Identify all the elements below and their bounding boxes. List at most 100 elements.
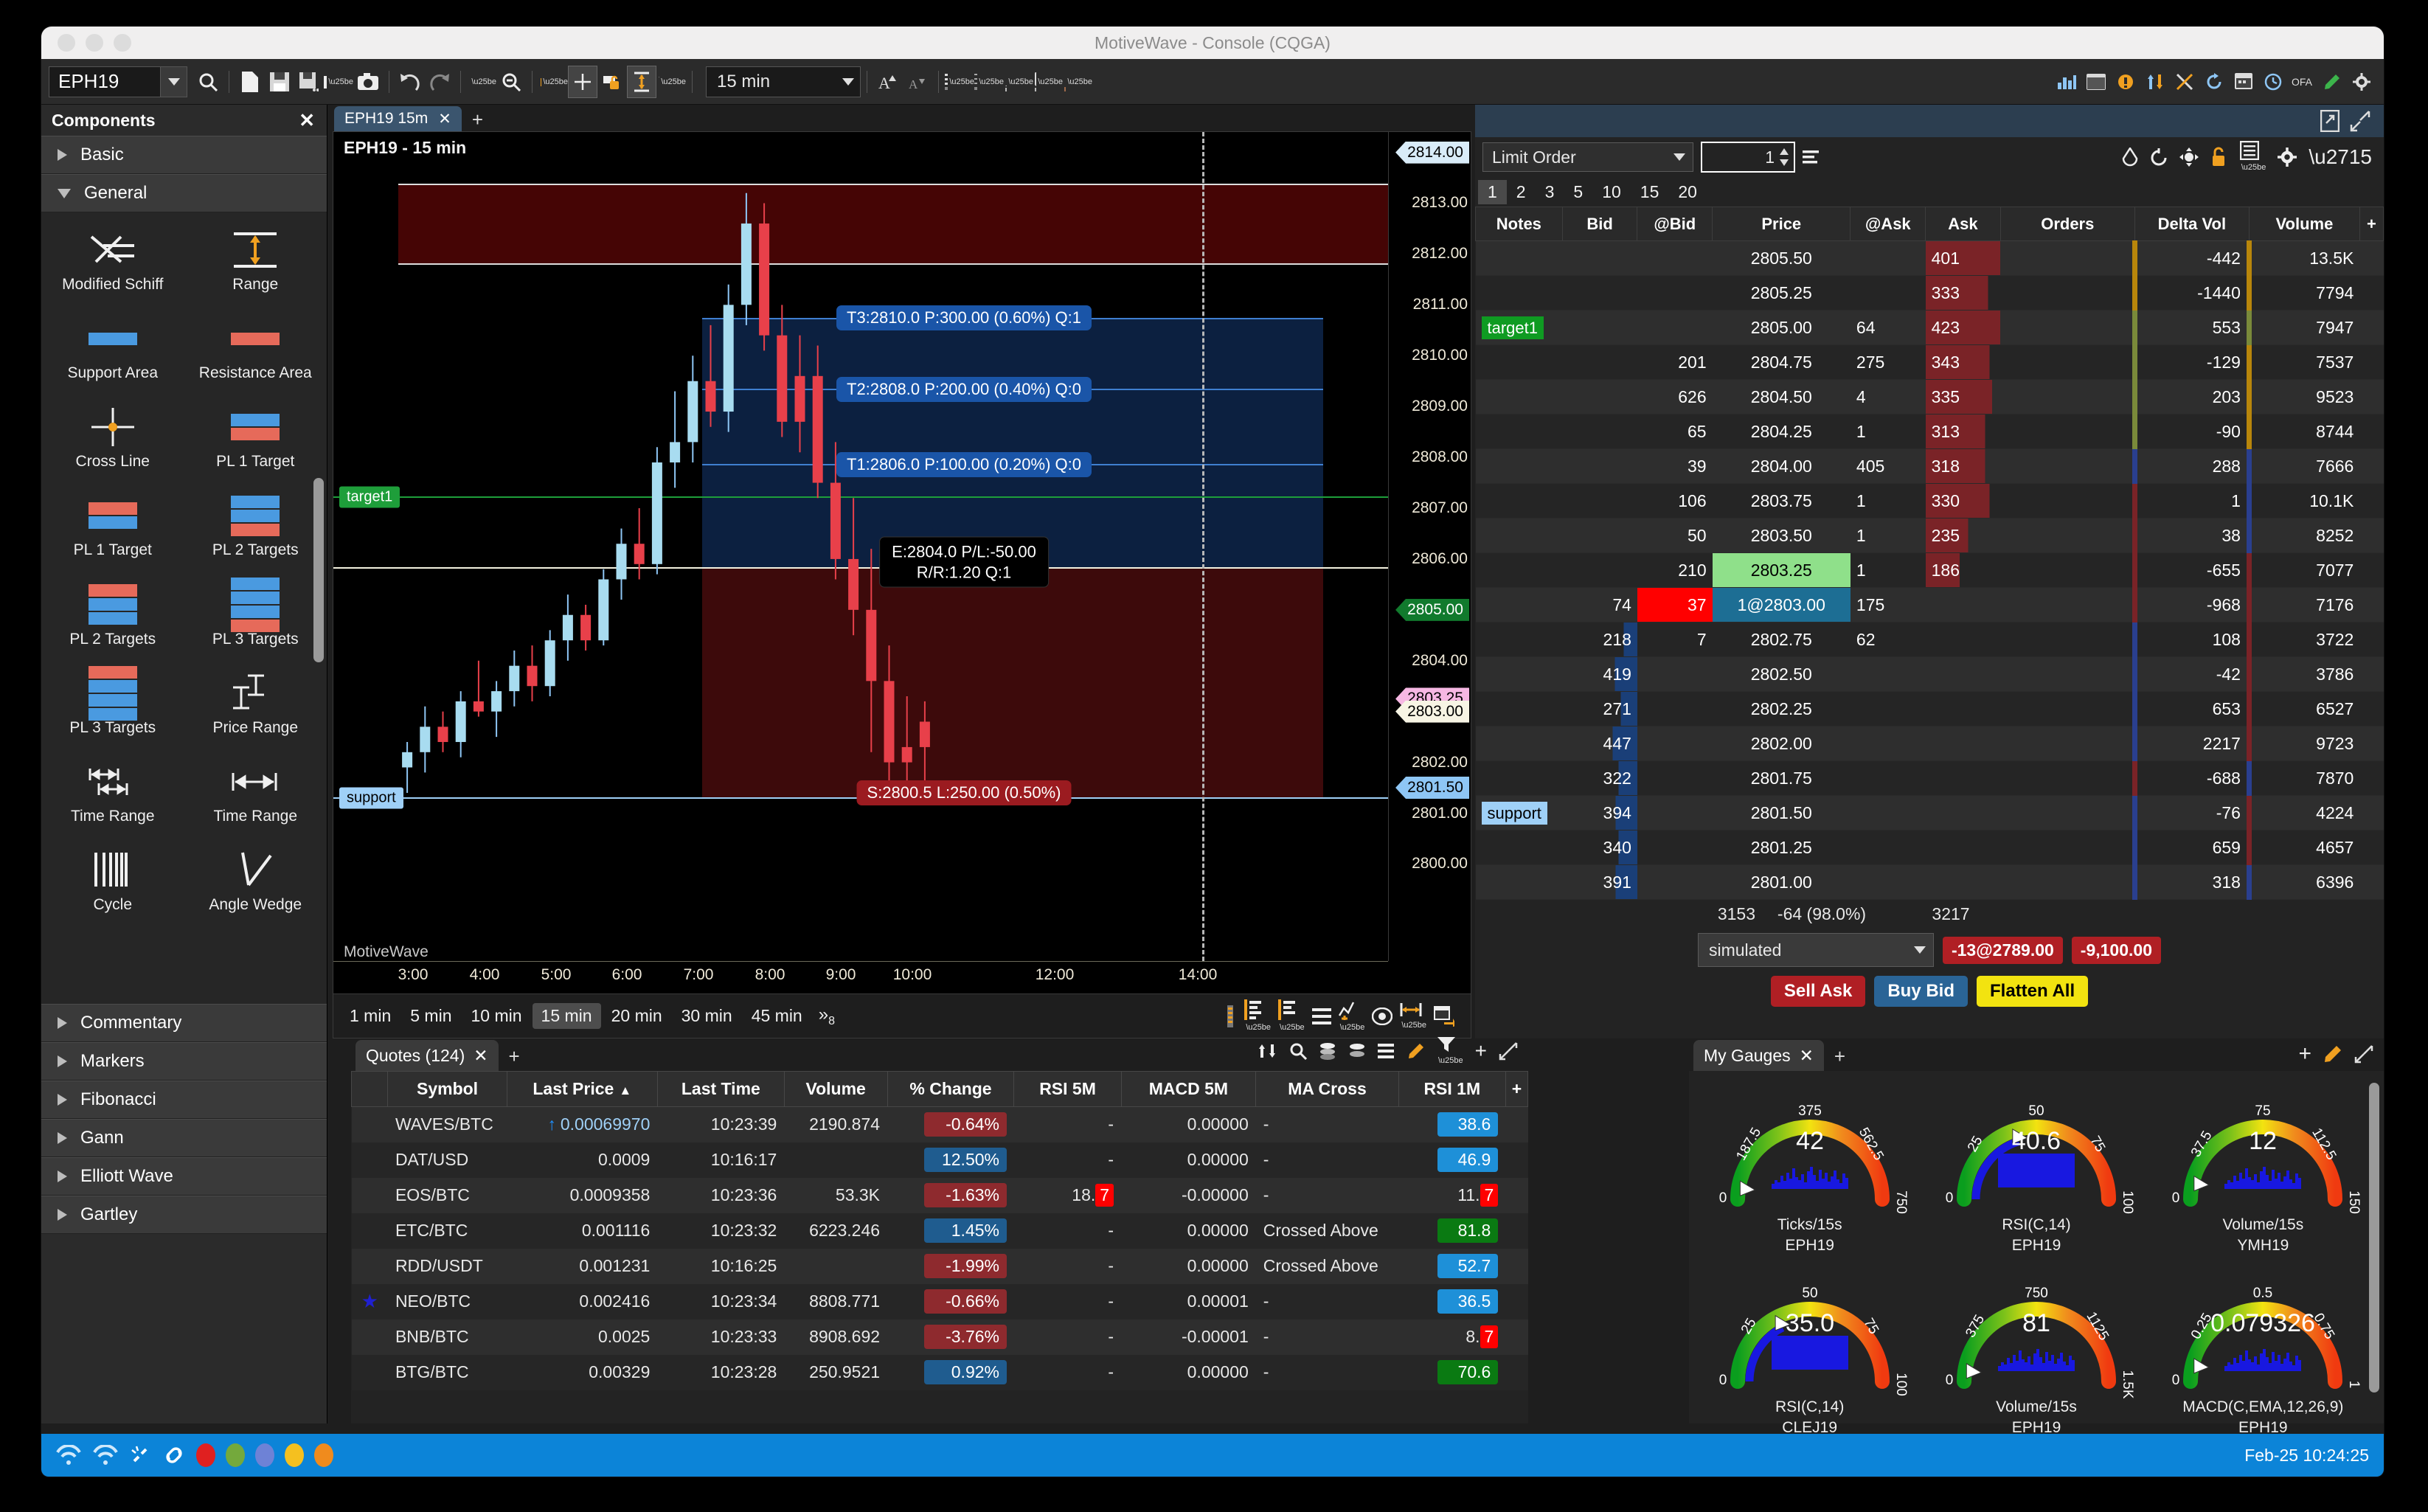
dom-cell-at-bid[interactable]: 106 xyxy=(1637,483,1713,519)
dom-note-tag[interactable]: target1 xyxy=(1481,316,1544,339)
quotes-cell-change[interactable]: -1.99% xyxy=(887,1249,1014,1284)
dom-cell-volume[interactable]: 8744 xyxy=(2246,414,2360,449)
timeframe-button-1min[interactable]: 1 min xyxy=(341,1003,400,1029)
dom-cell-volume[interactable]: 10.1K xyxy=(2246,483,2360,519)
dom-cell-at-bid[interactable]: 39 xyxy=(1637,448,1713,484)
dom-cell-notes[interactable]: support xyxy=(1475,795,1563,830)
category-general[interactable]: General xyxy=(41,174,327,212)
dom-cell-bid[interactable] xyxy=(1562,414,1637,449)
indicator-list-icon[interactable]: \u25be xyxy=(1244,999,1271,1033)
gauges-tab[interactable]: My Gauges ✕ xyxy=(1693,1040,1824,1071)
dom-cell-at-ask[interactable]: 1 xyxy=(1850,518,1926,553)
camera-icon[interactable] xyxy=(353,66,383,98)
chart-tag-support[interactable]: support xyxy=(339,787,403,809)
dom-column-delta-vol[interactable]: Delta Vol xyxy=(2134,207,2250,241)
quotes-cell-change[interactable]: 12.50% xyxy=(887,1142,1014,1178)
dom-cell-bid[interactable] xyxy=(1562,240,1637,276)
dom-column-price[interactable]: Price xyxy=(1712,207,1851,241)
quotes-cell-macd-5m[interactable]: 0.00000 xyxy=(1121,1249,1256,1284)
grid-icon[interactable]: \u25be xyxy=(974,66,1004,98)
dom-row[interactable]: 2805.50 401 -442 13.5K xyxy=(1475,240,2384,276)
tool-pl-1-target-5[interactable]: PL 1 Target xyxy=(184,400,327,475)
crosshair-icon[interactable] xyxy=(568,65,597,98)
dom-cell-at-bid[interactable] xyxy=(1637,830,1713,865)
dom-cell-at-ask[interactable] xyxy=(1850,795,1926,830)
timeframe-button-45min[interactable]: 45 min xyxy=(743,1003,811,1029)
favorite-star-icon[interactable] xyxy=(352,1213,388,1249)
dom-cell-delta-vol[interactable]: 553 xyxy=(2132,310,2250,345)
quotes-cell-ma-cross[interactable]: - xyxy=(1256,1284,1398,1319)
tool-pl-1-target-6[interactable]: PL 1 Target xyxy=(41,488,184,563)
quantity-preset-1[interactable]: 1 xyxy=(1478,179,1507,204)
dom-cell-volume[interactable]: 7794 xyxy=(2246,275,2360,311)
dom-cell-volume[interactable]: 7870 xyxy=(2246,760,2360,796)
dom-cell-volume[interactable]: 6396 xyxy=(2246,864,2360,900)
dom-cell-at-ask[interactable]: 405 xyxy=(1850,448,1926,484)
quotes-cell-rsi-5m[interactable]: - xyxy=(1014,1107,1121,1142)
tool-cross-line-4[interactable]: Cross Line xyxy=(41,400,184,475)
layers-icon[interactable] xyxy=(1348,1042,1366,1060)
close-icon[interactable]: ✕ xyxy=(438,110,451,128)
quotes-cell-last-time[interactable]: 10:16:17 xyxy=(657,1142,784,1178)
dom-cell-ask[interactable]: 423 xyxy=(1925,310,2001,345)
dom-cell-ask[interactable] xyxy=(1925,622,2001,657)
dom-cell-price[interactable]: 2803.50 xyxy=(1712,518,1851,553)
dom-cell-volume[interactable]: 7077 xyxy=(2246,552,2360,588)
category-gann[interactable]: Gann xyxy=(41,1119,327,1157)
tool-pl-2-targets-8[interactable]: PL 2 Targets xyxy=(41,578,184,653)
dom-cell-at-ask[interactable] xyxy=(1850,864,1926,900)
quotes-cell-last-time[interactable]: 10:23:32 xyxy=(657,1213,784,1249)
wifi-icon[interactable] xyxy=(93,1445,118,1466)
quotes-cell-volume[interactable] xyxy=(784,1249,887,1284)
category-fibonacci[interactable]: Fibonacci xyxy=(41,1081,327,1119)
quotes-cell-last-time[interactable]: 10:16:25 xyxy=(657,1249,784,1284)
quotes-row[interactable]: WAVES/BTC ↑ 0.00069970 10:23:39 2190.874 -0.6… xyxy=(351,1106,1528,1142)
favorite-star-icon[interactable] xyxy=(352,1178,388,1213)
gauge-volume-15s[interactable]: 0 37.5 75 112.5 150 12 Volume/15s YMH19 xyxy=(2150,1075,2376,1255)
category-markers[interactable]: Markers xyxy=(41,1042,327,1081)
dom-cell-orders[interactable] xyxy=(2000,864,2135,900)
add-icon[interactable]: + xyxy=(2298,1041,2311,1067)
quotes-cell-ma-cross[interactable]: - xyxy=(1256,1142,1398,1178)
save-as-icon[interactable] xyxy=(294,66,324,98)
search-icon[interactable] xyxy=(1289,1042,1307,1060)
dom-cell-price[interactable]: 2805.25 xyxy=(1712,275,1851,311)
quotes-cell-change[interactable]: -3.76% xyxy=(887,1319,1014,1355)
dom-cell-ask[interactable] xyxy=(1925,795,2001,830)
dom-cell-bid[interactable]: 391 xyxy=(1562,864,1637,900)
quotes-cell-last-time[interactable]: 10:23:33 xyxy=(657,1319,784,1355)
dom-cell-bid[interactable]: 394 xyxy=(1562,795,1637,830)
dom-row[interactable]: 419 2802.50 -42 3786 xyxy=(1475,656,2384,692)
pencil-icon[interactable] xyxy=(2317,66,2347,98)
dom-cell-at-bid[interactable]: 37 xyxy=(1637,587,1713,623)
dom-cell-notes[interactable] xyxy=(1475,379,1563,415)
alert-icon[interactable] xyxy=(2111,66,2140,98)
dom-cell-delta-vol[interactable]: 1 xyxy=(2132,483,2250,519)
dom-cell-notes[interactable] xyxy=(1475,864,1563,900)
quotes-cell-rsi-1m[interactable]: 11. 7 xyxy=(1398,1178,1505,1213)
dom-cell-at-ask[interactable]: 1 xyxy=(1850,552,1926,588)
quotes-cell-change[interactable]: 1.45% xyxy=(887,1213,1014,1249)
components-scrollbar[interactable] xyxy=(313,478,324,662)
quotes-cell-volume[interactable]: 8808.771 xyxy=(784,1284,887,1319)
dom-cell-price[interactable]: 2804.75 xyxy=(1712,344,1851,380)
dom-cell-at-bid[interactable] xyxy=(1637,864,1713,900)
favorite-star-icon[interactable] xyxy=(352,1142,388,1178)
favorite-star-icon[interactable]: ★ xyxy=(352,1284,388,1319)
tool-angle-wedge-15[interactable]: Angle Wedge xyxy=(184,843,327,918)
chart-tag-target1[interactable]: target1 xyxy=(339,486,400,508)
category-gartley[interactable]: Gartley xyxy=(41,1196,327,1234)
dom-row[interactable]: 626 2804.50 4 335 203 9523 xyxy=(1475,379,2384,415)
close-icon[interactable]: ✕ xyxy=(1800,1046,1814,1066)
rows-icon[interactable] xyxy=(1311,1007,1331,1026)
quotes-cell-ma-cross[interactable]: - xyxy=(1256,1178,1398,1213)
stack-icon[interactable] xyxy=(1319,1042,1336,1060)
dom-column--bid[interactable]: @Bid xyxy=(1637,207,1713,241)
dom-cell-volume[interactable]: 7666 xyxy=(2246,448,2360,484)
quotes-cell-symbol[interactable]: ETC/BTC xyxy=(388,1213,507,1249)
quotes-cell-ma-cross[interactable]: - xyxy=(1256,1319,1398,1355)
dom-cell-orders[interactable] xyxy=(2000,518,2135,553)
dom-cell-delta-vol[interactable]: 108 xyxy=(2132,622,2250,657)
dom-cell-ask[interactable]: 401 xyxy=(1925,240,2001,276)
favorite-star-icon[interactable] xyxy=(352,1319,388,1355)
